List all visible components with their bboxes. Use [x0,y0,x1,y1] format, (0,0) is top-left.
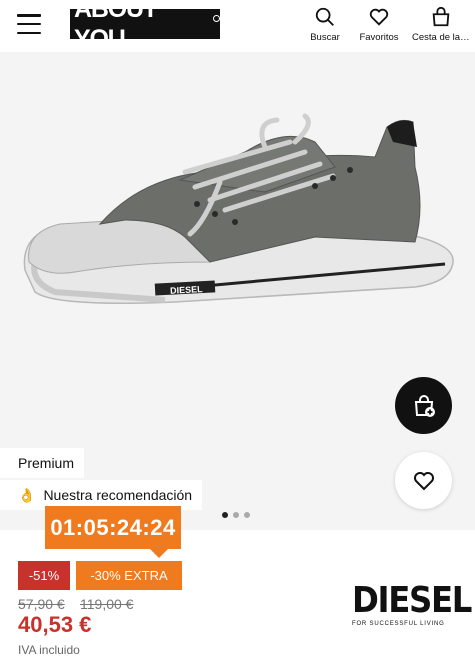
gallery-pagination [222,512,250,518]
add-to-cart-button[interactable] [395,377,452,434]
product-image-gallery[interactable]: DIESEL Premium 👌 Nuestra recomendación [0,52,475,530]
vat-note: IVA incluido [18,643,80,657]
premium-tag: Premium [0,448,85,478]
timer-pointer [150,549,168,558]
original-price-2: 119,00 € [80,596,134,612]
logo-dot [213,14,220,22]
favorites-label: Favoritos [359,32,399,43]
ok-hand-icon: 👌 [18,486,36,503]
search-label: Buscar [310,32,340,43]
favorites-button[interactable]: Favoritos [356,6,402,43]
cart-label: Cesta de la compra [412,32,470,43]
brand-name: DIESEL [352,580,472,621]
original-price-1: 57,90 € [18,596,65,612]
logo-text: ABOUT YOU [74,0,158,53]
shoe-brand-text: DIESEL [170,284,203,296]
cart-button[interactable]: Cesta de la compra [412,6,470,43]
brand-logo[interactable]: DIESEL FOR SUCCESSFUL LIVING [352,580,472,628]
extra-discount-badge: -30% EXTRA [76,561,182,590]
search-icon [315,7,334,26]
about-you-logo[interactable]: ABOUT YOU [70,0,220,53]
brand-tagline: FOR SUCCESSFUL LIVING [352,621,445,627]
countdown-timer: 01:05:24:24 [45,506,181,549]
gallery-dot-3[interactable] [244,512,250,518]
shopping-bag-icon [432,6,450,27]
search-button[interactable]: Buscar [307,6,343,43]
premium-tag-label: Premium [18,455,75,471]
recommendation-tag-label: Nuestra recomendación [43,487,193,503]
gallery-dot-2[interactable] [233,512,239,518]
product-image: DIESEL [23,113,454,304]
current-price: 40,53 € [18,612,92,637]
discount-badge: -51% [18,561,70,590]
menu-icon[interactable] [17,14,41,34]
bag-plus-icon [414,394,435,417]
top-header: ABOUT YOU Buscar Favoritos Cesta de la c… [0,0,475,53]
heart-icon [413,471,434,490]
heart-icon [369,8,389,26]
add-to-favorites-button[interactable] [395,452,452,509]
gallery-dot-1[interactable] [222,512,228,518]
